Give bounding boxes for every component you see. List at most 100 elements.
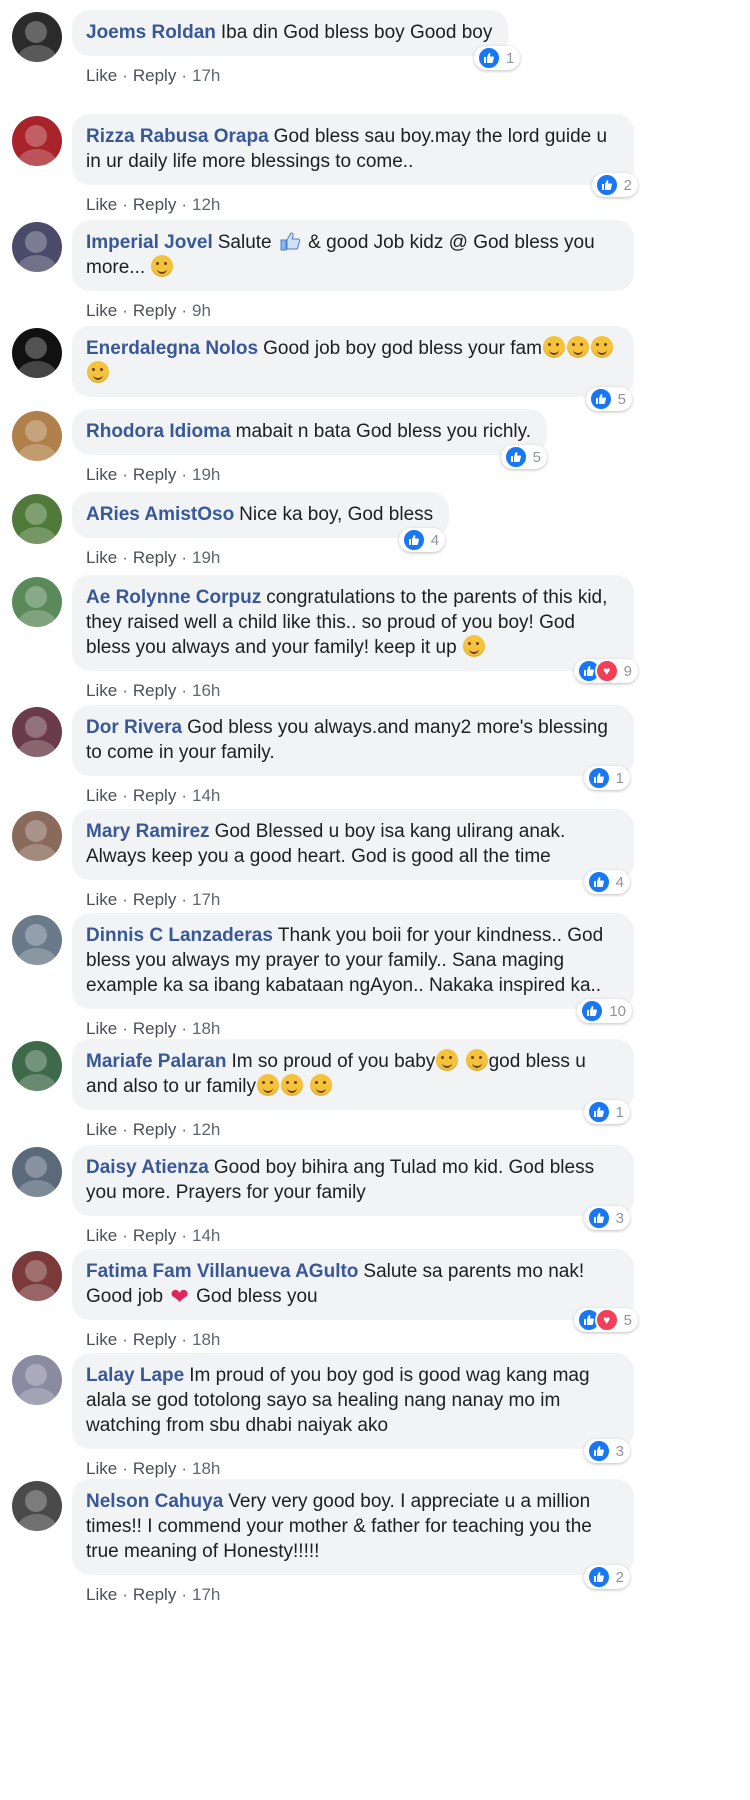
comment-author[interactable]: ARies AmistOso: [86, 504, 234, 525]
comment-author[interactable]: Daisy Atienza: [86, 1157, 209, 1178]
like-link[interactable]: Like: [86, 681, 117, 700]
avatar[interactable]: [12, 328, 62, 378]
reaction-summary[interactable]: 1: [583, 766, 630, 790]
like-link[interactable]: Like: [86, 465, 117, 484]
reaction-summary[interactable]: 2: [583, 1565, 630, 1589]
comment-bubble: Fatima Fam Villanueva AGulto Salute sa pa…: [72, 1249, 638, 1332]
like-link[interactable]: Like: [86, 301, 117, 320]
like-link[interactable]: Like: [86, 1585, 117, 1604]
like-link[interactable]: Like: [86, 1459, 117, 1478]
reaction-summary[interactable]: 3: [583, 1439, 630, 1463]
comment-timestamp[interactable]: 12h: [192, 195, 220, 214]
comment-timestamp[interactable]: 18h: [192, 1019, 220, 1038]
like-link[interactable]: Like: [86, 548, 117, 567]
comment-text: Nice ka boy, God bless: [239, 504, 434, 525]
like-link[interactable]: Like: [86, 66, 117, 85]
reaction-summary[interactable]: 1: [474, 46, 521, 70]
reaction-summary[interactable]: 3: [583, 1206, 630, 1230]
comment-author[interactable]: Joems Roldan: [86, 22, 216, 43]
reply-link[interactable]: Reply: [133, 66, 176, 85]
reaction-summary[interactable]: 5: [500, 445, 547, 469]
comment-author[interactable]: Ae Rolynne Corpuz: [86, 587, 261, 608]
comment-timestamp[interactable]: 17h: [192, 1585, 220, 1604]
reaction-summary[interactable]: 4: [398, 528, 446, 552]
comment-timestamp[interactable]: 14h: [192, 786, 220, 805]
reply-link[interactable]: Reply: [133, 1459, 176, 1478]
reply-link[interactable]: Reply: [133, 548, 176, 567]
avatar[interactable]: [12, 411, 62, 461]
avatar[interactable]: [12, 1147, 62, 1197]
avatar[interactable]: [12, 12, 62, 62]
reaction-count: 5: [532, 448, 541, 466]
separator: ·: [122, 465, 128, 484]
comment-author[interactable]: Dinnis C Lanzaderas: [86, 925, 273, 946]
comment-timestamp[interactable]: 14h: [192, 1226, 220, 1245]
reaction-summary[interactable]: 5: [585, 387, 632, 411]
comment-timestamp[interactable]: 17h: [192, 66, 220, 85]
like-link[interactable]: Like: [86, 890, 117, 909]
reply-link[interactable]: Reply: [133, 786, 176, 805]
comment-timestamp[interactable]: 18h: [192, 1459, 220, 1478]
red-heart-emoji-icon: ❤: [170, 1284, 189, 1309]
reaction-summary[interactable]: ♥ 9: [573, 659, 638, 683]
avatar[interactable]: [12, 707, 62, 757]
reply-link[interactable]: Reply: [133, 1226, 176, 1245]
like-link[interactable]: Like: [86, 786, 117, 805]
avatar[interactable]: [12, 577, 62, 627]
reaction-summary[interactable]: 1: [583, 1100, 630, 1124]
avatar[interactable]: [12, 222, 62, 272]
comment-author[interactable]: Nelson Cahuya: [86, 1491, 223, 1512]
comment-author[interactable]: Imperial Jovel: [86, 232, 213, 253]
avatar[interactable]: [12, 811, 62, 861]
like-link[interactable]: Like: [86, 1019, 117, 1038]
reply-link[interactable]: Reply: [133, 1585, 176, 1604]
reply-link[interactable]: Reply: [133, 1330, 176, 1349]
comment-author[interactable]: Dor Rivera: [86, 717, 182, 738]
comment-timestamp[interactable]: 19h: [192, 548, 220, 567]
reaction-summary[interactable]: ♥ 5: [573, 1308, 638, 1332]
comment-timestamp[interactable]: 16h: [192, 681, 220, 700]
comment-timestamp[interactable]: 19h: [192, 465, 220, 484]
reply-link[interactable]: Reply: [133, 301, 176, 320]
like-link[interactable]: Like: [86, 1120, 117, 1139]
comment-author[interactable]: Enerdalegna Nolos: [86, 338, 258, 359]
reply-link[interactable]: Reply: [133, 195, 176, 214]
reaction-summary[interactable]: 2: [591, 173, 638, 197]
avatar[interactable]: [12, 1251, 62, 1301]
comment-author[interactable]: Fatima Fam Villanueva AGulto: [86, 1261, 358, 1282]
reply-link[interactable]: Reply: [133, 1019, 176, 1038]
avatar[interactable]: [12, 116, 62, 166]
reply-link[interactable]: Reply: [133, 1120, 176, 1139]
reaction-count: 1: [615, 769, 624, 787]
reaction-summary[interactable]: 4: [583, 870, 630, 894]
like-link[interactable]: Like: [86, 195, 117, 214]
reply-link[interactable]: Reply: [133, 890, 176, 909]
separator: ·: [181, 195, 187, 214]
comment-timestamp[interactable]: 17h: [192, 890, 220, 909]
comment-timestamp[interactable]: 12h: [192, 1120, 220, 1139]
comment-author[interactable]: Rhodora Idioma: [86, 421, 231, 442]
avatar[interactable]: [12, 1481, 62, 1531]
avatar[interactable]: [12, 915, 62, 965]
comment-author[interactable]: Rizza Rabusa Orapa: [86, 126, 269, 147]
comment-author[interactable]: Mary Ramirez: [86, 821, 210, 842]
avatar[interactable]: [12, 494, 62, 544]
comment-actions: Like · Reply · 17h: [72, 880, 750, 912]
comment-actions: Like · Reply · 18h: [72, 1320, 750, 1352]
reply-link[interactable]: Reply: [133, 465, 176, 484]
comment: Lalay Lape Im proud of you boy god is goo…: [0, 1353, 750, 1479]
hug-emoji-icon: [257, 1074, 280, 1096]
like-link[interactable]: Like: [86, 1330, 117, 1349]
comment-timestamp[interactable]: 18h: [192, 1330, 220, 1349]
comment-timestamp[interactable]: 9h: [192, 301, 211, 320]
separator: ·: [181, 1459, 187, 1478]
avatar[interactable]: [12, 1355, 62, 1405]
comment-author[interactable]: Mariafe Palaran: [86, 1051, 226, 1072]
separator: ·: [122, 1459, 128, 1478]
reply-link[interactable]: Reply: [133, 681, 176, 700]
reaction-summary[interactable]: 10: [577, 999, 632, 1023]
like-link[interactable]: Like: [86, 1226, 117, 1245]
avatar[interactable]: [12, 1041, 62, 1091]
separator: ·: [181, 1585, 187, 1604]
comment-author[interactable]: Lalay Lape: [86, 1365, 184, 1386]
